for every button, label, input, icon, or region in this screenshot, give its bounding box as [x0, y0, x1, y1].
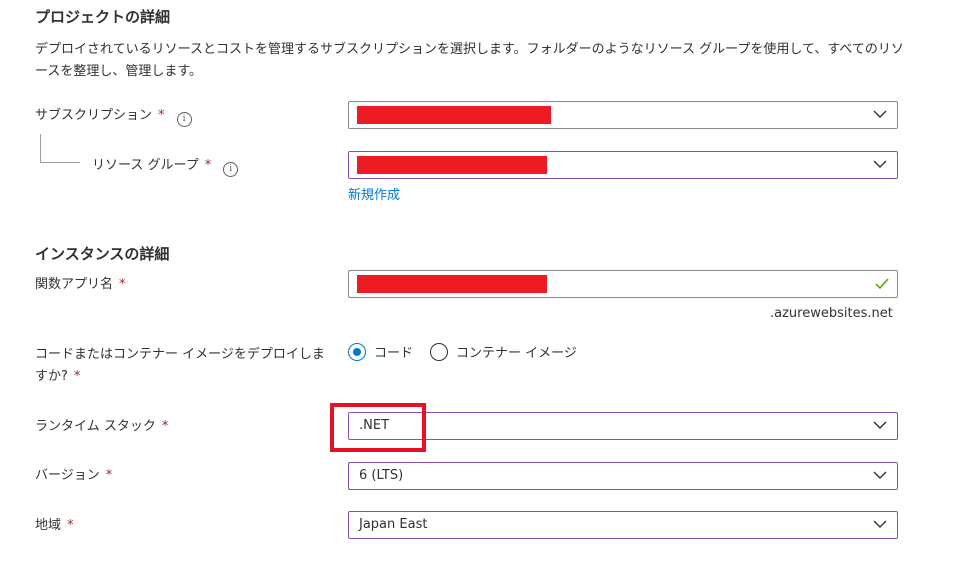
runtime-label-row: ランタイム スタック * — [35, 416, 168, 438]
resource-group-dropdown[interactable] — [348, 151, 898, 179]
subscription-dropdown[interactable] — [348, 101, 898, 129]
highlight-annotation — [330, 403, 426, 452]
function-app-name-input[interactable] — [348, 270, 898, 298]
version-dropdown[interactable]: 6 (LTS) — [348, 462, 898, 490]
redacted-value — [357, 275, 547, 293]
version-value: 6 (LTS) — [359, 468, 404, 483]
chevron-down-icon — [873, 471, 887, 479]
project-description: デプロイされているリソースとコストを管理するサブスクリプションを選択します。フォ… — [35, 42, 904, 79]
required-marker: * — [204, 158, 212, 173]
project-details-heading: プロジェクトの詳細 — [35, 8, 171, 26]
runtime-label: ランタイム スタック — [35, 419, 156, 434]
redacted-value — [357, 156, 547, 174]
required-marker: * — [105, 468, 113, 483]
info-icon[interactable]: i — [223, 162, 239, 177]
subscription-label: サブスクリプション — [35, 108, 153, 123]
required-marker: * — [67, 518, 74, 533]
chevron-down-icon — [873, 520, 887, 528]
version-label: バージョン — [35, 468, 100, 483]
required-marker: * — [119, 277, 126, 292]
required-marker: * — [161, 419, 169, 434]
region-label-row: 地域 * — [35, 515, 74, 537]
tree-connector-vertical — [40, 134, 41, 162]
region-dropdown[interactable]: Japan East — [348, 511, 898, 539]
function-app-label-row: 関数アプリ名 * — [35, 274, 126, 296]
required-marker: * — [158, 108, 165, 123]
region-value: Japan East — [359, 517, 428, 532]
version-label-row: バージョン * — [35, 465, 112, 487]
chevron-down-icon — [873, 160, 887, 168]
function-app-label: 関数アプリ名 — [35, 277, 114, 292]
deploy-option-code[interactable]: コード — [348, 341, 413, 361]
instance-details-heading: インスタンスの詳細 — [35, 245, 170, 263]
radio-selected[interactable] — [348, 342, 366, 361]
deploy-question-label: コードまたはコンテナー イメージをデプロイしますか? * — [35, 344, 325, 388]
runtime-stack-dropdown[interactable]: .NET — [348, 412, 898, 440]
region-label: 地域 — [35, 518, 62, 533]
check-icon — [875, 278, 889, 290]
resource-group-label-row: リソース グループ * i — [92, 155, 239, 177]
domain-suffix: .azurewebsites.net — [770, 306, 893, 321]
chevron-down-icon — [873, 110, 887, 118]
resource-group-label: リソース グループ — [92, 158, 199, 173]
redacted-value — [357, 106, 551, 124]
chevron-down-icon — [873, 421, 887, 429]
subscription-label-row: サブスクリプション * i — [35, 105, 192, 127]
deploy-option-label: コード — [374, 346, 414, 361]
radio-unselected[interactable] — [430, 342, 448, 361]
info-icon[interactable]: i — [176, 112, 192, 127]
new-resource-group-link[interactable]: 新規作成 — [348, 184, 400, 203]
deploy-option-label: コンテナー イメージ — [456, 346, 577, 361]
required-marker: * — [73, 369, 81, 384]
deploy-option-container[interactable]: コンテナー イメージ — [430, 341, 577, 361]
tree-connector-horizontal — [40, 162, 80, 163]
